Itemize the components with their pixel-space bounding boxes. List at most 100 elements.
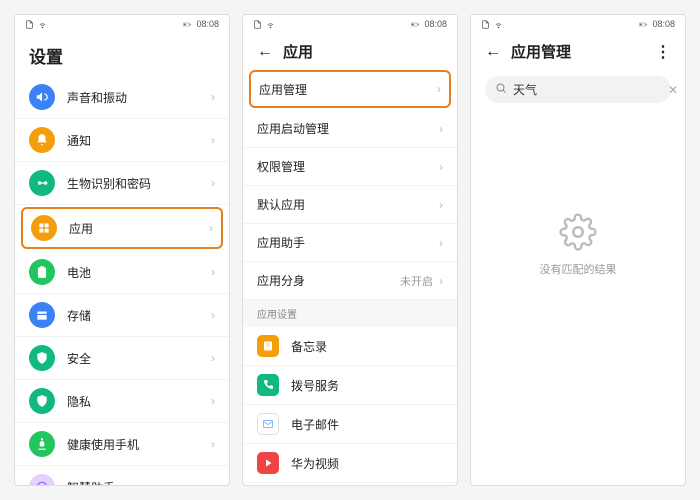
settings-row[interactable]: 电池› bbox=[15, 251, 229, 294]
chevron-right-icon: › bbox=[211, 176, 215, 190]
wifi-icon bbox=[494, 20, 503, 29]
row-icon bbox=[31, 215, 57, 241]
battery-icon bbox=[183, 20, 192, 29]
row-label: 健康使用手机 bbox=[67, 436, 211, 453]
row-label: 默认应用 bbox=[257, 196, 439, 213]
row-label: 存储 bbox=[67, 307, 211, 324]
row-icon bbox=[29, 84, 55, 110]
statusbar: 08:08 bbox=[471, 15, 685, 33]
settings-row[interactable]: 安全› bbox=[15, 337, 229, 380]
settings-row[interactable]: 声音和振动› bbox=[15, 76, 229, 119]
file-icon bbox=[253, 20, 262, 29]
row-label: 应用管理 bbox=[259, 81, 437, 98]
row-icon bbox=[29, 170, 55, 196]
app-icon bbox=[257, 335, 279, 357]
page-title: 应用 bbox=[283, 41, 313, 62]
row-icon bbox=[29, 302, 55, 328]
settings-row[interactable]: 隐私› bbox=[15, 380, 229, 423]
apps-header: ← 应用 bbox=[243, 33, 457, 68]
search-bar[interactable]: ✕ bbox=[485, 76, 671, 103]
row-label: 电池 bbox=[67, 264, 211, 281]
wifi-icon bbox=[266, 20, 275, 29]
status-time: 08:08 bbox=[424, 19, 447, 29]
more-icon[interactable]: ⋮ bbox=[655, 42, 671, 62]
search-input[interactable] bbox=[513, 83, 668, 97]
settings-row[interactable]: 存储› bbox=[15, 294, 229, 337]
app-icon bbox=[257, 452, 279, 474]
settings-row[interactable]: 健康使用手机› bbox=[15, 423, 229, 466]
row-icon bbox=[29, 345, 55, 371]
chevron-right-icon: › bbox=[439, 236, 443, 250]
app-label: 拨号服务 bbox=[291, 377, 339, 394]
file-icon bbox=[25, 20, 34, 29]
status-time: 08:08 bbox=[196, 19, 219, 29]
row-label: 安全 bbox=[67, 350, 211, 367]
phone-apps: 08:08 ← 应用 应用管理›应用启动管理›权限管理›默认应用›应用助手›应用… bbox=[242, 14, 458, 486]
chevron-right-icon: › bbox=[211, 351, 215, 365]
settings-row[interactable]: 通知› bbox=[15, 119, 229, 162]
app-row[interactable]: 备忘录 bbox=[243, 327, 457, 366]
empty-message: 没有匹配的结果 bbox=[540, 261, 617, 277]
app-icon bbox=[257, 413, 279, 435]
page-title: 设置 bbox=[15, 33, 229, 76]
row-label: 声音和振动 bbox=[67, 89, 211, 106]
row-label: 应用分身 bbox=[257, 272, 400, 289]
settings-row[interactable]: 生物识别和密码› bbox=[15, 162, 229, 205]
chevron-right-icon: › bbox=[211, 437, 215, 451]
apps-row[interactable]: 默认应用› bbox=[243, 186, 457, 224]
back-icon[interactable]: ← bbox=[257, 43, 273, 61]
gear-icon bbox=[559, 213, 597, 251]
app-row[interactable]: 华为视频 bbox=[243, 444, 457, 483]
chevron-right-icon: › bbox=[211, 394, 215, 408]
battery-icon bbox=[411, 20, 420, 29]
chevron-right-icon: › bbox=[211, 90, 215, 104]
chevron-right-icon: › bbox=[439, 160, 443, 174]
chevron-right-icon: › bbox=[209, 221, 213, 235]
chevron-right-icon: › bbox=[211, 480, 215, 485]
chevron-right-icon: › bbox=[211, 133, 215, 147]
app-row[interactable]: 拨号服务 bbox=[243, 366, 457, 405]
empty-state: 没有匹配的结果 bbox=[471, 213, 685, 277]
chevron-right-icon: › bbox=[439, 122, 443, 136]
app-row[interactable]: 电子邮件 bbox=[243, 405, 457, 444]
apps-row[interactable]: 权限管理› bbox=[243, 148, 457, 186]
row-label: 权限管理 bbox=[257, 158, 439, 175]
chevron-right-icon: › bbox=[211, 308, 215, 322]
settings-row[interactable]: 应用› bbox=[21, 207, 223, 249]
battery-icon bbox=[639, 20, 648, 29]
apps-row[interactable]: 应用启动管理› bbox=[243, 110, 457, 148]
row-icon bbox=[29, 259, 55, 285]
row-label: 应用启动管理 bbox=[257, 120, 439, 137]
apps-row[interactable]: 应用管理› bbox=[249, 70, 451, 108]
phone-app-mgmt: 08:08 ← 应用管理 ⋮ ✕ 没有匹配的结果 bbox=[470, 14, 686, 486]
page-title: 应用管理 bbox=[511, 41, 571, 62]
row-label: 应用 bbox=[69, 220, 209, 237]
apps-row[interactable]: 应用分身未开启 › bbox=[243, 262, 457, 300]
row-label: 隐私 bbox=[67, 393, 211, 410]
wifi-icon bbox=[38, 20, 47, 29]
file-icon bbox=[481, 20, 490, 29]
row-label: 应用助手 bbox=[257, 234, 439, 251]
statusbar: 08:08 bbox=[15, 15, 229, 33]
app-icon bbox=[257, 374, 279, 396]
app-label: 电子邮件 bbox=[291, 416, 339, 433]
back-icon[interactable]: ← bbox=[485, 43, 501, 61]
row-icon bbox=[29, 388, 55, 414]
status-time: 08:08 bbox=[652, 19, 675, 29]
row-label: 智慧助手 bbox=[67, 479, 211, 486]
row-value: 未开启 bbox=[400, 273, 433, 289]
row-icon bbox=[29, 127, 55, 153]
chevron-right-icon: › bbox=[437, 82, 441, 96]
app-row[interactable]: 联系人 bbox=[243, 483, 457, 485]
chevron-right-icon: › bbox=[439, 198, 443, 212]
settings-row[interactable]: 智慧助手› bbox=[15, 466, 229, 485]
row-icon bbox=[29, 474, 55, 485]
search-icon bbox=[495, 82, 507, 97]
chevron-right-icon: › bbox=[439, 274, 443, 288]
app-label: 备忘录 bbox=[291, 338, 327, 355]
row-label: 通知 bbox=[67, 132, 211, 149]
apps-row[interactable]: 应用助手› bbox=[243, 224, 457, 262]
section-label: 应用设置 bbox=[243, 300, 457, 327]
clear-icon[interactable]: ✕ bbox=[668, 83, 678, 97]
phone-settings: 08:08 设置 声音和振动›通知›生物识别和密码›应用›电池›存储›安全›隐私… bbox=[14, 14, 230, 486]
